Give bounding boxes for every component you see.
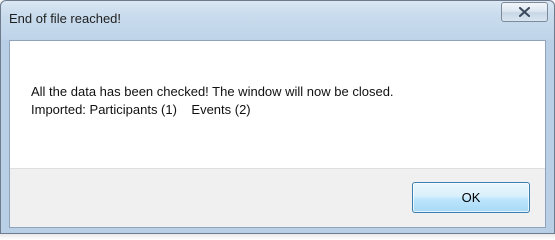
close-button[interactable] [501, 2, 548, 22]
dialog-client-area: All the data has been checked! The windo… [9, 40, 546, 228]
ok-button[interactable]: OK [412, 182, 530, 213]
message-dialog: End of file reached! All the data has be… [0, 0, 555, 234]
dialog-title: End of file reached! [9, 11, 122, 26]
button-footer: OK [10, 168, 545, 227]
message-line-imported: Imported: Participants (1) Events (2) [31, 102, 251, 117]
message-text: All the data has been checked! The windo… [31, 83, 394, 119]
close-icon [519, 7, 530, 17]
window-bottom-edge [0, 234, 555, 240]
title-bar[interactable]: End of file reached! [1, 1, 554, 39]
message-line-checked: All the data has been checked! The windo… [31, 84, 394, 99]
